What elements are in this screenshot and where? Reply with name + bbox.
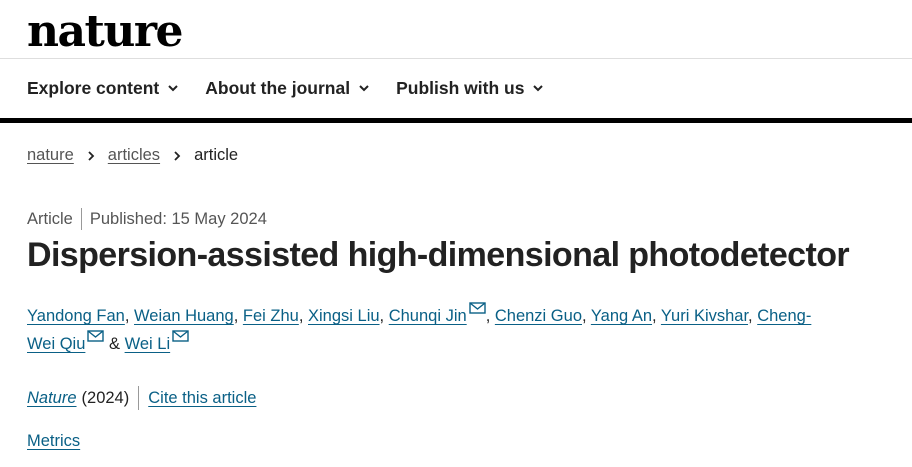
author-link[interactable]: Yang An xyxy=(591,307,652,325)
nav-publish-with-us[interactable]: Publish with us xyxy=(396,74,544,102)
author-link[interactable]: Yandong Fan xyxy=(27,307,125,325)
breadcrumb-current: article xyxy=(194,146,239,164)
nav-label: About the journal xyxy=(205,77,351,98)
author-link[interactable]: Xingsi Liu xyxy=(308,307,380,325)
author-link[interactable]: Wei Qiu xyxy=(27,335,85,353)
chevron-down-icon xyxy=(359,85,369,92)
author-list: Yandong Fan, Weian Huang, Fei Zhu, Xings… xyxy=(27,302,857,358)
mail-icon[interactable] xyxy=(87,330,105,342)
chevron-right-icon xyxy=(174,150,181,161)
publication-year: (2024) xyxy=(81,388,130,407)
main-nav: Explore content About the journal Publis… xyxy=(27,74,570,102)
citation-line: Nature (2024) Cite this article xyxy=(27,386,256,410)
mail-icon[interactable] xyxy=(172,330,189,342)
breadcrumb: nature articles article xyxy=(27,146,238,165)
author-link[interactable]: Chenzi Guo xyxy=(495,307,582,325)
author-link[interactable]: Chunqi Jin xyxy=(389,307,467,325)
metrics-link[interactable]: Metrics xyxy=(27,432,80,451)
article-type: Article xyxy=(27,209,73,228)
nav-label: Explore content xyxy=(27,77,160,98)
header-divider xyxy=(0,58,912,59)
nav-label: Publish with us xyxy=(396,77,525,98)
chevron-right-icon xyxy=(88,150,95,161)
author-link[interactable]: Yuri Kivshar xyxy=(661,307,748,325)
author-conjunction: & xyxy=(108,335,120,353)
citation-divider xyxy=(138,386,140,410)
breadcrumb-articles[interactable]: articles xyxy=(108,146,160,165)
nav-divider xyxy=(0,118,912,123)
published-date: Published: 15 May 2024 xyxy=(89,209,267,228)
chevron-down-icon xyxy=(168,85,178,92)
breadcrumb-nature[interactable]: nature xyxy=(27,146,74,165)
cite-article-link[interactable]: Cite this article xyxy=(148,389,256,408)
journal-link[interactable]: Nature xyxy=(27,389,77,408)
author-link[interactable]: Weian Huang xyxy=(134,307,234,325)
article-title: Dispersion-assisted high-dimensional pho… xyxy=(27,236,850,274)
article-meta: Article Published: 15 May 2024 xyxy=(27,208,267,230)
author-link[interactable]: Wei Li xyxy=(125,335,171,353)
author-link[interactable]: Cheng- xyxy=(757,307,811,325)
nav-about-journal[interactable]: About the journal xyxy=(205,74,370,102)
author-link[interactable]: Fei Zhu xyxy=(243,307,299,325)
mail-icon[interactable] xyxy=(468,302,486,314)
meta-divider xyxy=(80,208,82,230)
nature-logo[interactable]: nature xyxy=(27,4,184,60)
chevron-down-icon xyxy=(533,85,544,92)
nav-explore-content[interactable]: Explore content xyxy=(27,74,179,102)
